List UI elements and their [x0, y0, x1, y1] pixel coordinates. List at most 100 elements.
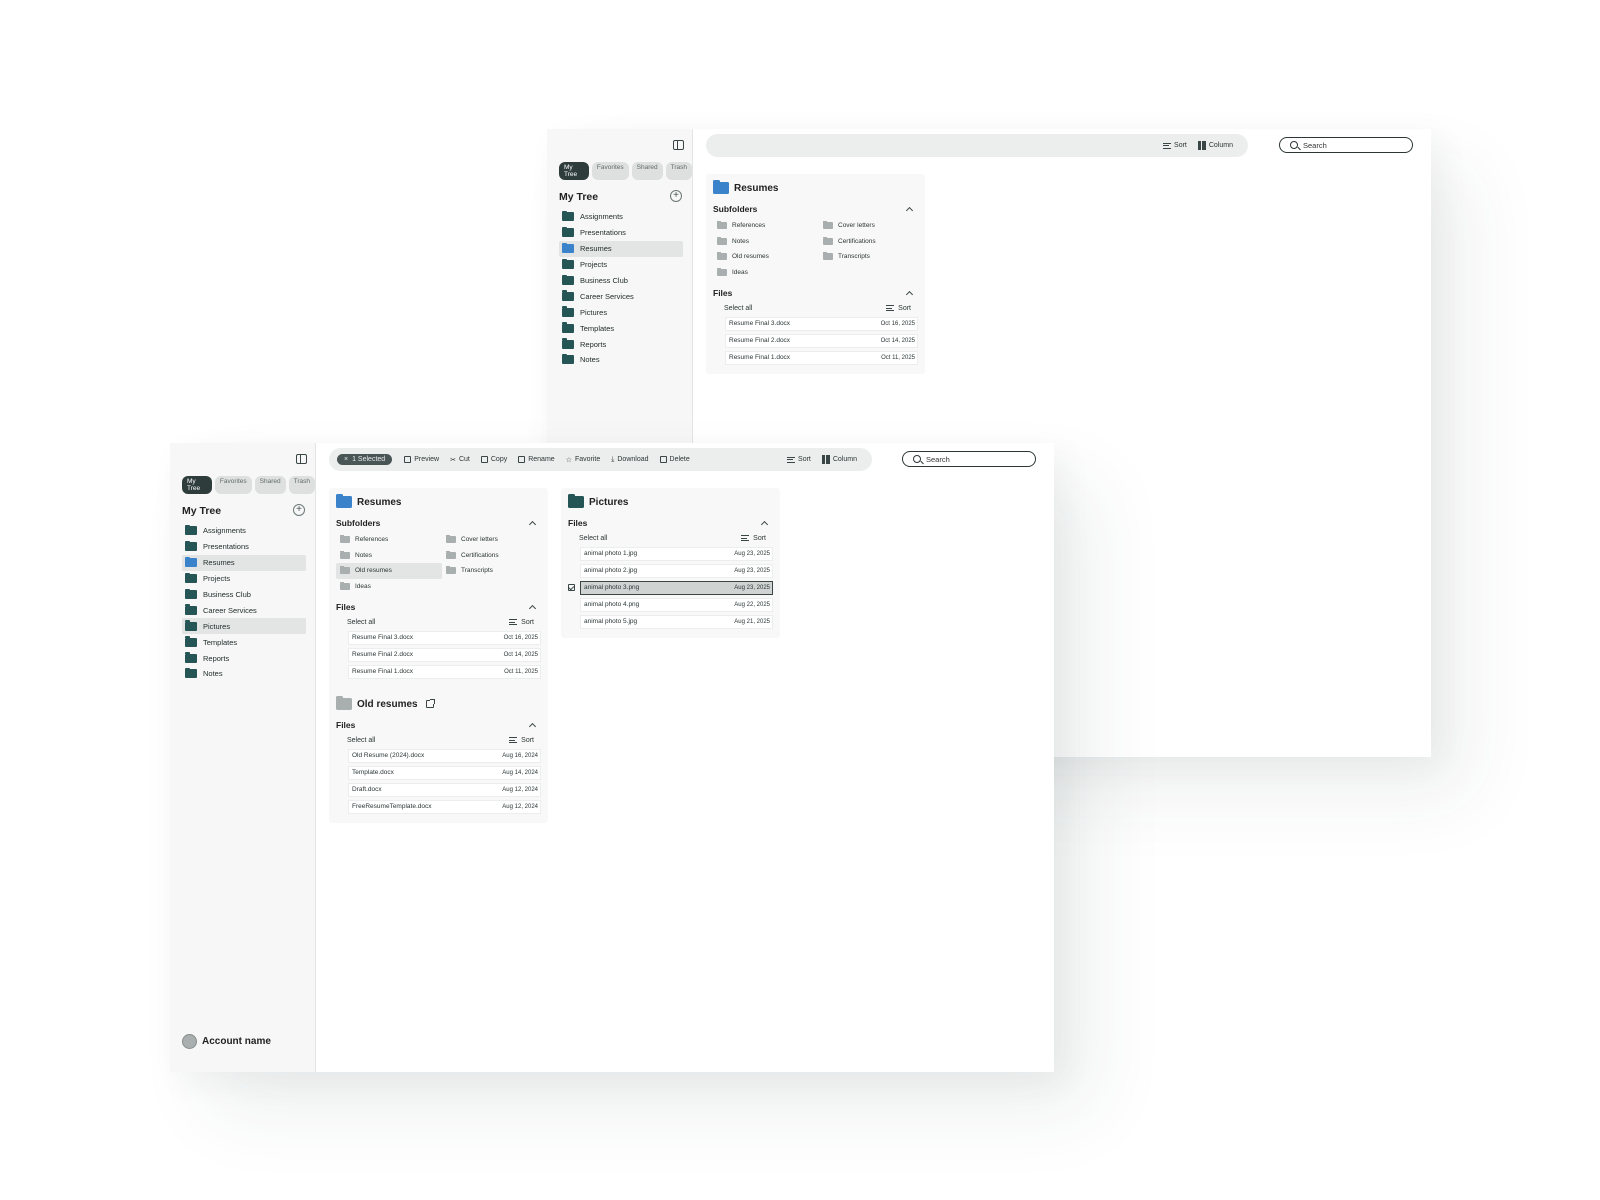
sidebar-item-projects[interactable]: Projects: [182, 571, 306, 587]
file-card[interactable]: Resume Final 1.docx Oct 11, 2025: [725, 350, 918, 365]
sidebar-toggle-icon[interactable]: [673, 140, 684, 150]
subfolder-item[interactable]: Cover letters: [819, 218, 915, 234]
sidebar-item-career-services[interactable]: Career Services: [182, 602, 306, 618]
file-row[interactable]: animal photo 4.png Aug 22, 2025: [568, 596, 773, 613]
subfolder-item[interactable]: Ideas: [336, 579, 442, 595]
open-external-icon[interactable]: [425, 699, 435, 708]
file-card[interactable]: FreeResumeTemplate.docx Aug 12, 2024: [348, 799, 541, 814]
checked-checkbox-icon[interactable]: [568, 584, 575, 591]
file-card[interactable]: Resume Final 3.docx Oct 16, 2025: [348, 630, 541, 645]
file-card[interactable]: Resume Final 2.docx Oct 14, 2025: [725, 333, 918, 348]
sidebar-item-reports[interactable]: Reports: [182, 650, 306, 666]
file-row[interactable]: Resume Final 2.docx Oct 14, 2025: [713, 332, 918, 349]
download-button[interactable]: ⤓ Download: [611, 456, 648, 464]
files-sort-button[interactable]: Sort: [886, 305, 911, 312]
tab-favorites[interactable]: Favorites: [591, 162, 629, 180]
subfolders-header[interactable]: Subfolders: [336, 516, 541, 530]
sort-button[interactable]: Sort: [787, 456, 811, 463]
favorite-button[interactable]: ☆ Favorite: [566, 456, 601, 464]
sidebar-item-reports[interactable]: Reports: [559, 336, 683, 352]
account[interactable]: Account name: [182, 1034, 271, 1049]
files-sort-button[interactable]: Sort: [509, 737, 534, 744]
sidebar-item-assignments[interactable]: Assignments: [182, 523, 306, 539]
add-folder-icon[interactable]: +: [293, 504, 305, 516]
file-row-selected[interactable]: animal photo 3.png Aug 23, 2025: [568, 579, 773, 596]
chevron-up-icon[interactable]: [528, 520, 537, 529]
search-box[interactable]: [1279, 137, 1413, 153]
close-icon[interactable]: ×: [344, 456, 348, 463]
file-card[interactable]: Resume Final 2.docx Oct 14, 2025: [348, 647, 541, 662]
sidebar-item-resumes[interactable]: Resumes: [182, 554, 306, 571]
files-header[interactable]: Files: [568, 516, 773, 530]
tab-trash[interactable]: Trash: [288, 476, 315, 494]
file-row[interactable]: Draft.docx Aug 12, 2024: [336, 781, 541, 798]
subfolder-item-selected[interactable]: Old resumes: [336, 563, 442, 579]
tab-my-tree[interactable]: My Tree: [559, 162, 589, 180]
sidebar-item-resumes[interactable]: Resumes: [559, 240, 683, 257]
subfolder-item[interactable]: Ideas: [713, 265, 819, 281]
file-card[interactable]: Resume Final 3.docx Oct 16, 2025: [725, 316, 918, 331]
sidebar-item-templates[interactable]: Templates: [559, 320, 683, 336]
file-row[interactable]: Resume Final 2.docx Oct 14, 2025: [336, 646, 541, 663]
sidebar-item-career-services[interactable]: Career Services: [559, 288, 683, 304]
sidebar-toggle-icon[interactable]: [296, 454, 307, 464]
tab-trash[interactable]: Trash: [665, 162, 692, 180]
column-view-button[interactable]: Column: [1197, 141, 1233, 150]
subfolder-item[interactable]: Transcripts: [442, 563, 538, 579]
sidebar-item-notes[interactable]: Notes: [182, 666, 306, 682]
file-row[interactable]: animal photo 2.jpg Aug 23, 2025: [568, 562, 773, 579]
chevron-up-icon[interactable]: [905, 290, 914, 299]
file-card[interactable]: animal photo 4.png Aug 22, 2025: [580, 597, 773, 612]
sidebar-item-presentations[interactable]: Presentations: [182, 539, 306, 555]
subfolder-item[interactable]: References: [336, 532, 442, 548]
files-sort-button[interactable]: Sort: [509, 619, 534, 626]
search-input[interactable]: [1303, 140, 1403, 150]
file-card[interactable]: animal photo 2.jpg Aug 23, 2025: [580, 563, 773, 578]
file-card[interactable]: Draft.docx Aug 12, 2024: [348, 782, 541, 797]
sidebar-item-presentations[interactable]: Presentations: [559, 225, 683, 241]
select-all-button[interactable]: Select all: [724, 305, 752, 312]
select-all-button[interactable]: Select all: [347, 619, 375, 626]
copy-button[interactable]: Copy: [480, 456, 507, 463]
files-header[interactable]: Files: [713, 286, 918, 300]
file-card[interactable]: Template.docx Aug 14, 2024: [348, 765, 541, 780]
search-box[interactable]: [902, 451, 1036, 467]
sort-button[interactable]: Sort: [1163, 142, 1187, 149]
rename-button[interactable]: Rename: [518, 456, 555, 463]
tab-my-tree[interactable]: My Tree: [182, 476, 212, 494]
file-row[interactable]: FreeResumeTemplate.docx Aug 12, 2024: [336, 798, 541, 815]
sidebar-item-business-club[interactable]: Business Club: [182, 587, 306, 603]
delete-button[interactable]: Delete: [659, 456, 690, 463]
select-all-button[interactable]: Select all: [579, 535, 607, 542]
file-row[interactable]: Resume Final 1.docx Oct 11, 2025: [713, 349, 918, 366]
subfolder-item[interactable]: Transcripts: [819, 249, 915, 265]
chevron-up-icon[interactable]: [528, 604, 537, 613]
sidebar-item-assignments[interactable]: Assignments: [559, 209, 683, 225]
file-row[interactable]: animal photo 1.jpg Aug 23, 2025: [568, 545, 773, 562]
file-row[interactable]: Resume Final 3.docx Oct 16, 2025: [713, 315, 918, 332]
tab-shared[interactable]: Shared: [254, 476, 286, 494]
sidebar-item-pictures[interactable]: Pictures: [182, 618, 306, 635]
tab-shared[interactable]: Shared: [631, 162, 663, 180]
files-header[interactable]: Files: [336, 600, 541, 614]
chevron-up-icon[interactable]: [905, 206, 914, 215]
subfolder-item[interactable]: Cover letters: [442, 532, 538, 548]
subfolder-item[interactable]: Notes: [713, 234, 819, 250]
file-row[interactable]: Old Resume (2024).docx Aug 16, 2024: [336, 747, 541, 764]
chevron-up-icon[interactable]: [528, 722, 537, 731]
subfolder-item[interactable]: Notes: [336, 548, 442, 564]
subfolder-item[interactable]: References: [713, 218, 819, 234]
file-card[interactable]: Resume Final 1.docx Oct 11, 2025: [348, 664, 541, 679]
file-row[interactable]: animal photo 5.jpg Aug 21, 2025: [568, 613, 773, 630]
file-card[interactable]: animal photo 3.png Aug 23, 2025: [580, 580, 773, 595]
preview-button[interactable]: Preview: [404, 456, 439, 463]
add-folder-icon[interactable]: +: [670, 190, 682, 202]
column-view-button[interactable]: Column: [821, 455, 857, 464]
subfolders-header[interactable]: Subfolders: [713, 202, 918, 216]
sidebar-item-business-club[interactable]: Business Club: [559, 273, 683, 289]
file-card[interactable]: animal photo 1.jpg Aug 23, 2025: [580, 546, 773, 561]
file-card[interactable]: animal photo 5.jpg Aug 21, 2025: [580, 614, 773, 629]
sidebar-item-notes[interactable]: Notes: [559, 352, 683, 368]
sidebar-item-pictures[interactable]: Pictures: [559, 304, 683, 320]
selection-pill[interactable]: × 1 Selected: [337, 454, 393, 465]
